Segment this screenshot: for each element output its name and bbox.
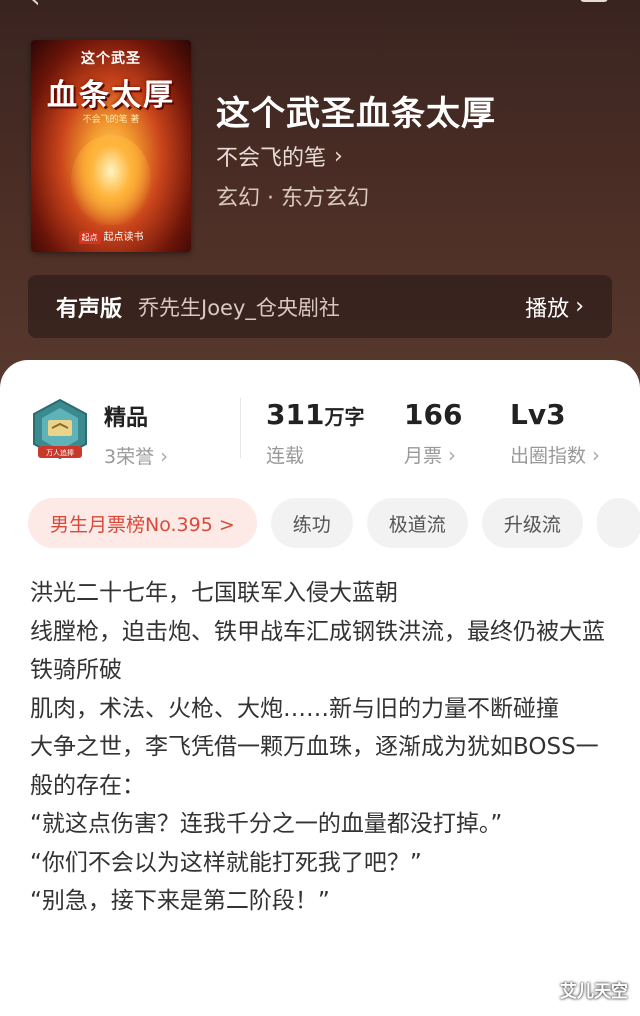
synopsis-paragraph: 肌肉，术法、火枪、大炮……新与旧的力量不断碰撞 — [30, 695, 559, 722]
cover-brand-badge: 起点 — [78, 231, 101, 244]
word-count-value: 311 — [266, 398, 325, 431]
tag-item-overflow[interactable] — [596, 498, 640, 548]
play-label: 播放 — [525, 296, 570, 322]
play-button[interactable]: 播放 › — [525, 291, 584, 323]
popularity-level-value: Lv3 — [510, 398, 566, 431]
popularity-index-stat[interactable]: Lv3 出圈指数 › — [510, 398, 600, 468]
tag-item[interactable]: 极道流 — [366, 498, 468, 548]
monthly-votes-stat[interactable]: 166 月票 › — [404, 398, 462, 468]
back-icon[interactable]: ‹ — [30, 0, 40, 12]
chevron-right-icon: › — [448, 442, 457, 467]
audio-narrator: 乔先生Joey_仓央剧社 — [138, 295, 340, 320]
popularity-index-label: 出圈指数 — [510, 445, 587, 467]
word-count-unit: 万字 — [324, 405, 365, 429]
chevron-right-icon: › — [334, 143, 343, 169]
monthly-votes-link[interactable]: 月票 › — [404, 441, 462, 468]
more-icon[interactable] — [580, 0, 608, 2]
cover-author-line: 不会飞的笔 著 — [82, 115, 140, 125]
synopsis-paragraph: “你们不会以为这样就能打死我了吧？” — [30, 849, 422, 876]
cover-brand-name: 起点读书 — [103, 232, 144, 243]
synopsis-paragraph: 洪光二十七年，七国联军入侵大蓝朝 — [30, 580, 398, 606]
tag-ranking[interactable]: 男生月票榜No.395 > — [28, 498, 257, 548]
book-title: 这个武圣血条太厚 — [216, 94, 496, 134]
synopsis-paragraph: 线膛枪，迫击炮、铁甲战车汇成钢铁洪流，最终仍被大蓝铁骑所破 — [30, 618, 605, 684]
tag-item[interactable]: 升级流 — [481, 498, 583, 548]
book-genre: 玄幻 · 东方玄幻 — [216, 186, 369, 211]
watermark: 艾儿天空 — [560, 982, 628, 1002]
cover-dragon-art — [71, 135, 151, 225]
stats-divider — [240, 398, 241, 458]
tag-item[interactable]: 练功 — [270, 498, 353, 548]
monthly-votes-label: 月票 — [404, 445, 443, 467]
cover-big-title: 血条太厚 — [47, 78, 175, 113]
quality-stat[interactable]: 精品 3荣誉 › — [104, 400, 168, 469]
chevron-right-icon: › — [160, 443, 169, 468]
author-name: 不会飞的笔 — [216, 146, 327, 171]
chevron-right-icon: › — [592, 442, 601, 467]
cover-brand: 起点 起点读书 — [31, 228, 191, 244]
book-cover[interactable]: 这个武圣 血条太厚 不会飞的笔 著 起点 起点读书 — [31, 40, 191, 252]
quality-label: 精品 — [104, 406, 149, 431]
monthly-votes-value: 166 — [404, 398, 463, 431]
word-count-stat: 311万字 连载 — [266, 398, 364, 468]
honors-count: 3荣誉 — [104, 446, 155, 468]
chevron-right-icon: › — [575, 294, 584, 319]
quality-badge-icon[interactable]: 万人追捧 — [30, 398, 90, 462]
cover-small-title: 这个武圣 — [81, 51, 141, 67]
synopsis-paragraph: “别急，接下来是第二阶段！” — [30, 888, 330, 914]
popularity-index-link[interactable]: 出圈指数 › — [510, 441, 600, 468]
quality-badge-text: 万人追捧 — [46, 448, 74, 457]
audio-version-bar[interactable]: 有声版 乔先生Joey_仓央剧社 播放 › — [28, 275, 612, 338]
synopsis-paragraph: 大争之世，李飞凭借一颗万血珠，逐渐成为犹如BOSS一般的存在： — [30, 734, 599, 799]
author-link[interactable]: 不会飞的笔 › — [216, 140, 343, 172]
audio-label: 有声版 — [56, 296, 123, 322]
book-synopsis[interactable]: 洪光二十七年，七国联军入侵大蓝朝 线膛枪，迫击炮、铁甲战车汇成钢铁洪流，最终仍被… — [30, 574, 614, 921]
honors-link[interactable]: 3荣誉 › — [104, 442, 168, 469]
tag-row: 男生月票榜No.395 > 练功 极道流 升级流 — [28, 498, 640, 548]
serial-status: 连载 — [266, 445, 305, 467]
synopsis-paragraph: “就这点伤害？连我千分之一的血量都没打掉。” — [30, 811, 503, 837]
